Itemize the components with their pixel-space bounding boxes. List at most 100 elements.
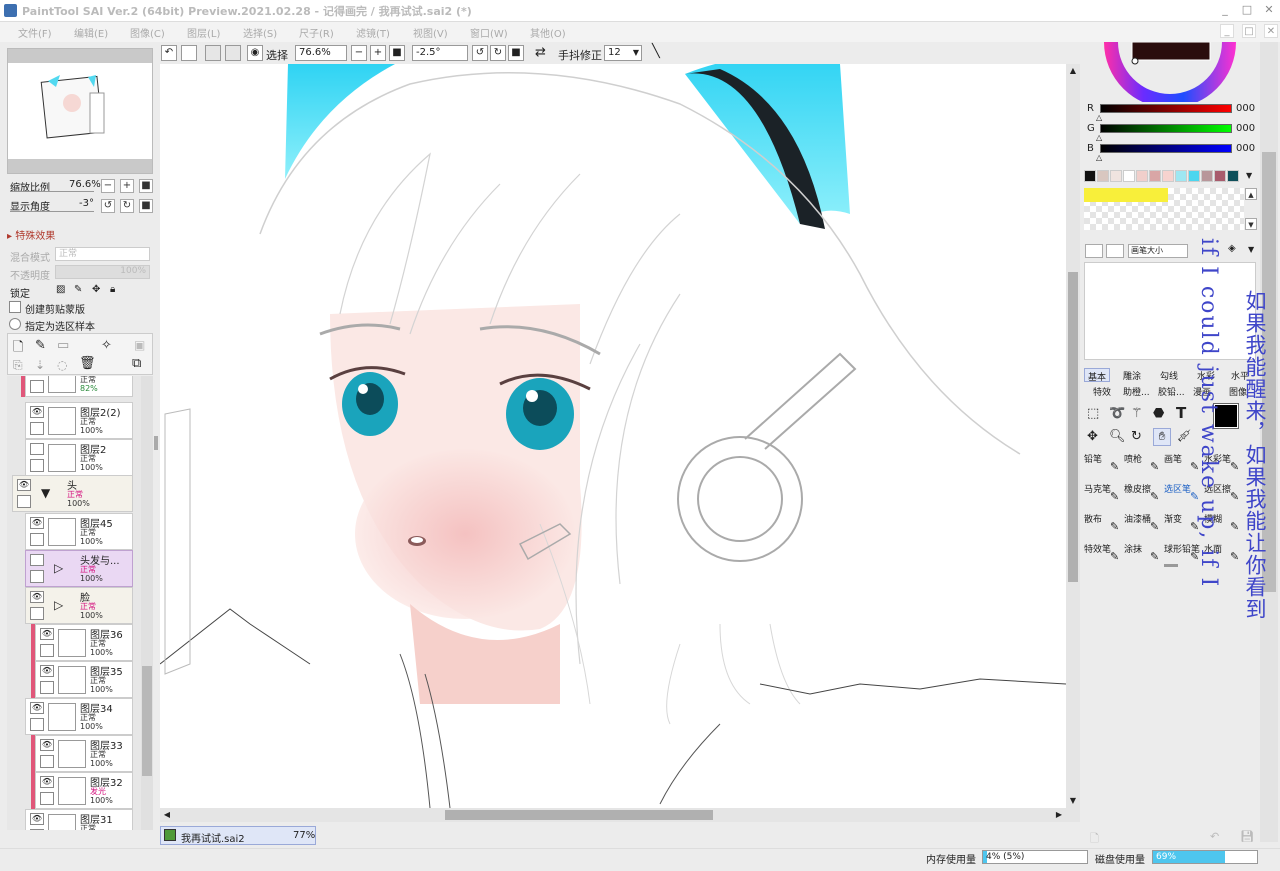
tool-tab-thick[interactable]: 雕涂 — [1120, 368, 1144, 382]
layer-row[interactable]: 👁︎ 图层35 正常 100% — [35, 661, 133, 698]
new-layer-icon[interactable]: 🗋︎ — [13, 338, 23, 360]
menu-layer[interactable]: 图层(L) — [187, 25, 220, 40]
layer-lock-checkbox[interactable] — [30, 607, 44, 620]
toolbar-rotate-reset-button[interactable]: ■ — [508, 45, 524, 61]
zoom-in-button[interactable]: + — [120, 179, 134, 193]
toolbar-rotate-right-button[interactable]: ↻ — [490, 45, 506, 61]
rotate-tool-icon[interactable]: ↻ — [1131, 429, 1142, 444]
swatch-menu-icon[interactable]: ▼ — [1246, 171, 1252, 180]
color-swatch[interactable] — [1175, 170, 1187, 182]
straight-line-icon[interactable]: ╲ — [652, 44, 660, 59]
layer-lock-checkbox[interactable] — [40, 755, 54, 768]
brush-size-dropdown[interactable]: 画笔大小 — [1128, 244, 1188, 258]
panel-splitter[interactable] — [154, 436, 158, 450]
layer-row[interactable]: 👁︎ 图层33 正常 100% — [35, 735, 133, 772]
tool-tab-basic[interactable]: 基本 — [1084, 368, 1111, 383]
layer-lock-checkbox[interactable] — [30, 533, 44, 546]
layer-settings-icon[interactable]: ⧉ — [132, 356, 141, 371]
show-selection-icon[interactable]: ◉ — [247, 45, 263, 61]
brush-size-toggle-b[interactable] — [1106, 244, 1124, 258]
brush-slot[interactable]: 喷枪 ✎ — [1124, 452, 1164, 480]
visibility-eye-icon[interactable] — [30, 554, 44, 566]
menu-file[interactable]: 文件(F) — [18, 25, 52, 40]
shape-icon[interactable]: ⬣ — [1153, 406, 1164, 421]
scratch-palette[interactable] — [1084, 188, 1244, 230]
toolbar-zoom-reset-button[interactable]: ■ — [389, 45, 405, 61]
sample-radio[interactable] — [9, 318, 21, 330]
brush-slot[interactable]: 铅笔 ✎ — [1084, 452, 1124, 480]
eyedropper-icon[interactable]: 💉︎ — [1176, 429, 1193, 444]
green-slider-knob[interactable]: △ — [1096, 134, 1102, 142]
color-swatch[interactable] — [1188, 170, 1200, 182]
color-swatch[interactable] — [1162, 170, 1174, 182]
green-slider[interactable] — [1100, 124, 1232, 133]
tool-tab-line[interactable]: 勾线 — [1157, 368, 1181, 382]
blue-slider-knob[interactable]: △ — [1096, 154, 1102, 162]
vertical-scroll-thumb[interactable] — [1068, 272, 1078, 582]
brush-size-menu-icon[interactable]: ▼ — [1248, 245, 1254, 254]
yellow-swatch-strip[interactable] — [1084, 188, 1168, 202]
navigator-preview[interactable] — [7, 48, 153, 174]
blend-mode-select[interactable]: 正常 — [55, 247, 150, 261]
stabilizer-select[interactable]: 12 ▼ — [604, 45, 642, 61]
layer-lock-checkbox[interactable] — [30, 380, 44, 393]
color-swatch[interactable] — [1227, 170, 1239, 182]
layer-lock-checkbox[interactable] — [17, 495, 31, 508]
move-tool-icon[interactable]: ✥ — [1087, 429, 1098, 444]
menu-other[interactable]: 其他(O) — [530, 25, 566, 40]
toolbar-zoom-out-button[interactable]: − — [351, 45, 367, 61]
menu-edit[interactable]: 编辑(E) — [74, 25, 108, 40]
visibility-eye-icon[interactable]: 👁︎ — [40, 776, 54, 788]
horizontal-scroll-thumb[interactable] — [445, 810, 713, 820]
menu-select[interactable]: 选择(S) — [243, 25, 277, 40]
layer-lock-checkbox[interactable] — [40, 681, 54, 694]
tool-tab-effects[interactable]: 特效 — [1090, 384, 1114, 398]
layer-list-scrollbar[interactable] — [141, 376, 153, 830]
zoom-reset-button[interactable]: ■ — [139, 179, 153, 193]
menu-ruler[interactable]: 尺子(R) — [299, 25, 334, 40]
clear-layer-icon[interactable]: ◌ — [57, 358, 67, 372]
layer-lock-checkbox[interactable] — [30, 718, 44, 731]
undo-button[interactable]: ↶ — [161, 45, 177, 61]
visibility-eye-icon[interactable]: 👁︎ — [40, 628, 54, 640]
visibility-eye-icon[interactable]: 👁︎ — [30, 702, 44, 714]
scroll-down-arrow[interactable]: ▼ — [1066, 794, 1080, 808]
brush-grid-splitter[interactable] — [1164, 564, 1178, 567]
angle-slider[interactable] — [10, 211, 94, 212]
scroll-right-arrow[interactable]: ▶ — [1052, 808, 1066, 822]
visibility-eye-icon[interactable]: 👁︎ — [40, 665, 54, 677]
trash-icon[interactable]: 🗋︎ — [1090, 830, 1099, 849]
rotate-left-button[interactable]: ↺ — [101, 199, 115, 213]
layer-row[interactable]: 👁︎ ▼ 头正常 100% — [12, 475, 133, 512]
color-swatch[interactable] — [1149, 170, 1161, 182]
zoom-slider[interactable] — [10, 191, 94, 192]
lock-paint-icon[interactable]: ✎ — [74, 284, 82, 295]
blue-slider[interactable] — [1100, 144, 1232, 153]
layer-lock-checkbox[interactable] — [30, 422, 44, 435]
rotate-field[interactable]: -2.5° — [412, 45, 468, 61]
menu-image[interactable]: 图像(C) — [130, 25, 165, 40]
doc-minimize-button[interactable]: _ — [1220, 24, 1234, 38]
visibility-eye-icon[interactable]: 👁︎ — [30, 813, 44, 825]
color-swatch[interactable] — [1097, 170, 1109, 182]
copy-layer-icon[interactable]: ⎘ — [13, 358, 23, 373]
layer-lock-checkbox[interactable] — [30, 459, 44, 472]
zoom-field[interactable]: 76.6% — [295, 45, 347, 61]
blue-value[interactable]: 000 — [1236, 143, 1255, 154]
layer-lock-checkbox[interactable] — [30, 570, 44, 583]
scroll-up-arrow[interactable]: ▲ — [1066, 64, 1080, 78]
layer-row[interactable]: 👁︎ 图层32 发光 100% — [35, 772, 133, 809]
folder-toggle-icon[interactable]: ▼ — [41, 486, 50, 500]
layer-row[interactable]: 👁︎ 图层45 正常 100% — [25, 513, 133, 550]
opacity-slider[interactable]: 100% — [55, 265, 150, 279]
brush-slot[interactable]: 涂抹 ✎ — [1124, 542, 1164, 570]
text-tool-icon[interactable]: T — [1176, 404, 1186, 422]
close-button[interactable]: ✕ — [1262, 3, 1276, 17]
folder-toggle-icon[interactable]: ▷ — [54, 598, 63, 612]
layer-row[interactable]: 图层2 正常 100% — [25, 439, 133, 476]
layer-effects-icon[interactable]: ✧ — [101, 338, 112, 353]
brush-slot[interactable]: 散布 ✎ — [1084, 512, 1124, 540]
doc-close-button[interactable]: ✕ — [1264, 24, 1278, 38]
color-swatch[interactable] — [1201, 170, 1213, 182]
toolbar-rotate-left-button[interactable]: ↺ — [472, 45, 488, 61]
